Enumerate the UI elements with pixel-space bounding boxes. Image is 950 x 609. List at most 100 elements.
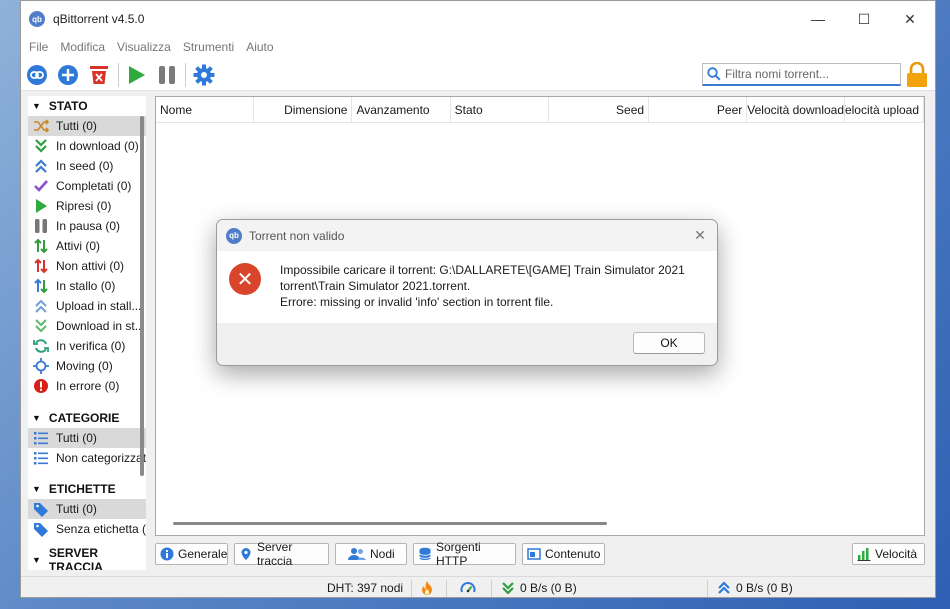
filters-sidebar: ▼ STATO Tutti (0) In download (0) In seed (…: [28, 96, 146, 570]
menu-strumenti[interactable]: Strumenti: [179, 40, 242, 54]
status-filter-item-13[interactable]: In errore (0): [28, 376, 146, 396]
tab-label: Velocità: [875, 547, 918, 561]
lock-ui-button[interactable]: [906, 61, 928, 91]
tag-filter-item-1[interactable]: Senza etichetta (0): [28, 519, 146, 539]
properties-tabs: Generale Server traccia Nodi Sorgenti HT…: [155, 540, 925, 568]
filter-label: Ripresi (0): [56, 199, 112, 213]
add-torrent-link-button[interactable]: [26, 64, 48, 86]
options-button[interactable]: [193, 64, 215, 86]
minimize-button[interactable]: —: [795, 1, 841, 37]
tab-contenuto[interactable]: Contenuto: [522, 543, 605, 565]
tags-section-header[interactable]: ▼ ETICHETTE: [28, 479, 146, 499]
menu-file[interactable]: File: [25, 40, 56, 54]
filter-icon-wrapper: [32, 198, 50, 214]
pause-icon: [159, 66, 175, 84]
categories-section-header[interactable]: ▼ CATEGORIE: [28, 408, 146, 428]
status-filter-item-5[interactable]: In pausa (0): [28, 216, 146, 236]
column-nome[interactable]: Nome: [156, 97, 255, 123]
message-line: Impossibile caricare il torrent: G:\DALL…: [280, 263, 685, 277]
tab-velocita[interactable]: Velocità: [852, 543, 925, 565]
filter-icon-wrapper: [32, 258, 50, 274]
tag-icon: [34, 503, 48, 517]
title-bar[interactable]: qb qBittorrent v4.5.0 — ☐ ✕: [21, 1, 935, 37]
maximize-button[interactable]: ☐: [841, 1, 887, 37]
section-title: ETICHETTE: [48, 482, 116, 496]
column-velocita-download[interactable]: Velocità download: [747, 97, 846, 123]
tab-label: Generale: [178, 547, 228, 561]
dialog-title-bar[interactable]: qb Torrent non valido: [217, 220, 717, 251]
section-title: SERVER TRACCIA: [48, 546, 103, 570]
status-filter-item-6[interactable]: Attivi (0): [28, 236, 146, 256]
filter-label: In verifica (0): [56, 339, 126, 353]
status-filter-item-7[interactable]: Non attivi (0): [28, 256, 146, 276]
horizontal-scrollbar[interactable]: [173, 522, 607, 525]
ok-button[interactable]: OK: [633, 332, 705, 354]
delete-icon: [90, 66, 108, 84]
tab-server-traccia[interactable]: Server traccia: [234, 540, 329, 568]
menu-visualizza[interactable]: Visualizza: [113, 40, 179, 54]
status-filter-item-1[interactable]: In download (0): [28, 136, 146, 156]
dialog-close-button[interactable]: ✕: [691, 226, 709, 244]
filter-icon-wrapper: [32, 430, 50, 446]
shuffle-icon: [34, 119, 49, 133]
sidebar-scrollbar[interactable]: [140, 116, 144, 476]
tag-filter-item-0[interactable]: Tutti (0): [28, 499, 146, 519]
folder-content-icon: [527, 548, 541, 560]
check-icon: [34, 180, 48, 192]
window-title: qBittorrent v4.5.0: [53, 12, 145, 26]
status-filter-item-11[interactable]: In verifica (0): [28, 336, 146, 356]
add-torrent-file-button[interactable]: [57, 64, 79, 86]
filter-label: In pausa (0): [56, 219, 121, 233]
filter-icon-wrapper: [32, 158, 50, 174]
column-seed[interactable]: Seed: [549, 97, 650, 123]
tab-nodi[interactable]: Nodi: [335, 543, 407, 565]
torrent-filter-search[interactable]: [702, 63, 901, 86]
pause-button[interactable]: [156, 64, 178, 86]
column-velocita-upload[interactable]: Velocità upload: [845, 97, 924, 123]
info-icon: [160, 547, 174, 561]
upload-speed-status[interactable]: 0 B/s (0 B): [717, 580, 793, 596]
lock-icon: [907, 61, 927, 87]
status-section-header[interactable]: ▼ STATO: [28, 96, 146, 116]
menu-modifica[interactable]: Modifica: [56, 40, 113, 54]
category-filter-item-1[interactable]: Non categorizzati (0): [28, 448, 146, 468]
upload-arrows-icon: [35, 159, 47, 173]
status-filter-item-0[interactable]: Tutti (0): [28, 116, 146, 136]
transfer-list-header: Nome Dimensione Avanzamento Stato Seed P…: [156, 97, 924, 123]
close-button[interactable]: ✕: [887, 1, 933, 37]
peers-icon: [348, 548, 366, 560]
category-filter-item-0[interactable]: Tutti (0): [28, 428, 146, 448]
status-filter-item-3[interactable]: Completati (0): [28, 176, 146, 196]
status-filter-item-8[interactable]: In stallo (0): [28, 276, 146, 296]
dialog-body: ✕ Impossibile caricare il torrent: G:\DA…: [217, 251, 717, 323]
column-stato[interactable]: Stato: [451, 97, 549, 123]
refresh-icon: [33, 339, 49, 353]
upload-stalled-icon: [35, 299, 47, 313]
resume-button[interactable]: [125, 64, 147, 86]
speed-limits-button[interactable]: [460, 580, 476, 596]
status-filter-item-9[interactable]: Upload in stall...: [28, 296, 146, 316]
connection-status-button[interactable]: [421, 580, 433, 596]
column-dimensione[interactable]: Dimensione: [254, 97, 353, 123]
menu-aiuto[interactable]: Aiuto: [242, 40, 281, 54]
filter-label: Non categorizzati (0): [56, 451, 146, 465]
search-input[interactable]: [725, 67, 895, 81]
column-peer[interactable]: Peer: [649, 97, 748, 123]
download-speed-status[interactable]: 0 B/s (0 B): [501, 580, 577, 596]
resume-icon: [129, 66, 145, 84]
speed-chart-icon: [857, 548, 871, 561]
filter-icon-wrapper: [32, 278, 50, 294]
column-avanzamento[interactable]: Avanzamento: [352, 97, 451, 123]
filter-label: In stallo (0): [56, 279, 116, 293]
settings-icon: [193, 64, 215, 86]
status-filter-item-2[interactable]: In seed (0): [28, 156, 146, 176]
delete-torrent-button[interactable]: [88, 64, 110, 86]
trackers-section-header[interactable]: ▼ SERVER TRACCIA: [28, 546, 146, 570]
status-filter-item-12[interactable]: Moving (0): [28, 356, 146, 376]
tab-generale[interactable]: Generale: [155, 543, 228, 565]
status-filter-item-4[interactable]: Ripresi (0): [28, 196, 146, 216]
tab-sorgenti-http[interactable]: Sorgenti HTTP: [413, 540, 516, 568]
error-icon: [34, 379, 48, 393]
dialog-message: Impossibile caricare il torrent: G:\DALL…: [280, 262, 700, 310]
status-filter-item-10[interactable]: Download in st...: [28, 316, 146, 336]
